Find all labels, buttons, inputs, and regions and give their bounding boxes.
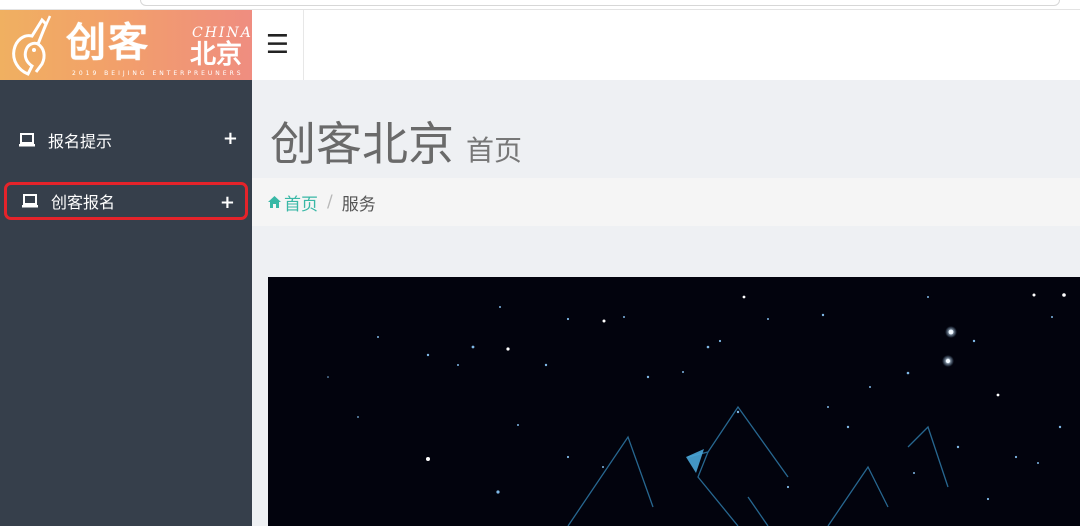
laptop-icon <box>22 194 38 208</box>
starfield-graphic <box>327 293 1066 526</box>
unicorn-logo-icon <box>12 15 52 76</box>
logo-china-text: CHINA <box>192 25 252 41</box>
hamburger-icon[interactable]: ☰ <box>252 10 304 80</box>
breadcrumb-current: 服务 <box>341 194 376 215</box>
sidebar-item-label: 报名提示 <box>48 132 113 151</box>
home-icon <box>268 196 281 208</box>
top-header: ☰ <box>252 10 1080 80</box>
page-title: 创客北京 <box>270 117 454 171</box>
sidebar: 创客 CHINA 北京 2019 BEIJING ENTERPREUNERS 报… <box>0 10 252 526</box>
expand-plus-icon[interactable]: + <box>223 130 238 148</box>
page-subtitle: 首页 <box>466 134 523 167</box>
breadcrumb-separator: / <box>327 192 333 212</box>
breadcrumb: 首页 / 服务 <box>252 178 1080 226</box>
sidebar-item-maker-registration[interactable]: 创客报名 + <box>4 182 248 220</box>
logo[interactable]: 创客 CHINA 北京 2019 BEIJING ENTERPREUNERS <box>0 10 252 80</box>
logo-main-text: 创客 <box>66 20 150 66</box>
logo-beijing-text: 北京 <box>190 40 243 70</box>
sidebar-item-label: 创客报名 <box>51 193 116 212</box>
expand-plus-icon[interactable]: + <box>220 194 235 212</box>
main-content: 创客北京 首页 首页 / 服务 <box>252 80 1080 526</box>
logo-tagline: 2019 BEIJING ENTERPREUNERS <box>72 70 244 77</box>
laptop-icon <box>19 133 35 147</box>
sidebar-item-registration-tips[interactable]: 报名提示 + <box>4 121 248 159</box>
breadcrumb-home-label: 首页 <box>284 194 318 215</box>
hero-banner-image <box>268 277 1080 526</box>
browser-top-strip <box>0 0 1080 10</box>
page-header: 创客北京 首页 <box>270 108 522 174</box>
breadcrumb-home-link[interactable]: 首页 <box>268 190 318 215</box>
address-bar[interactable] <box>140 0 1060 6</box>
